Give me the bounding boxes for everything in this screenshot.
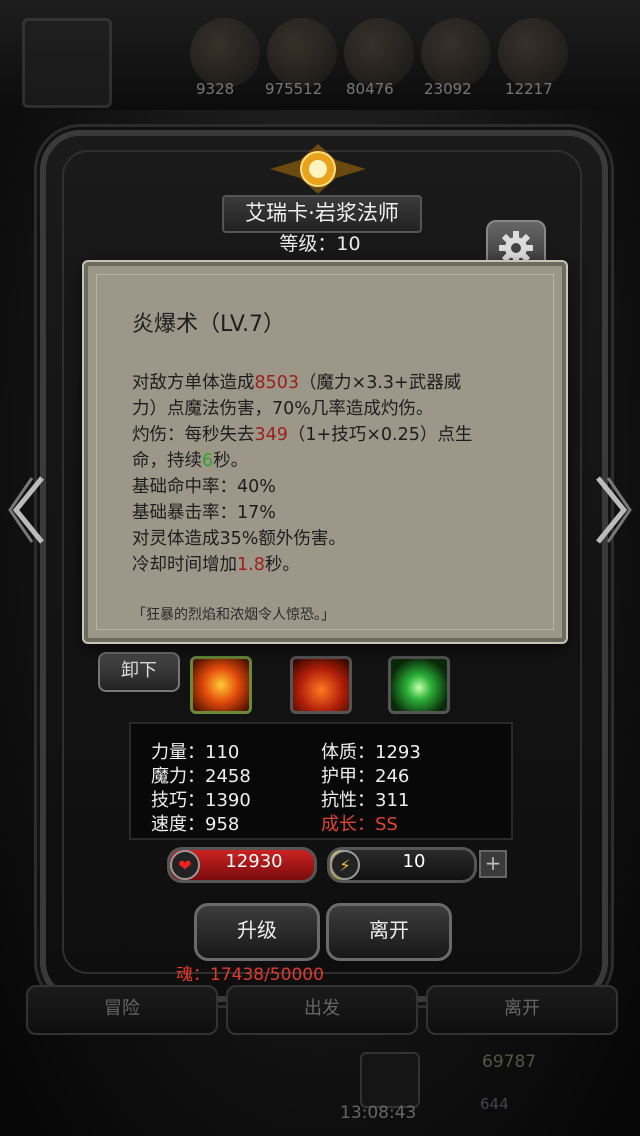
stat-resistance: 抗性：311 <box>321 790 410 811</box>
cooldown-value: 1.8 <box>237 555 265 575</box>
hp-value: 12930 <box>225 851 283 872</box>
desc-text: 命，持续 <box>132 451 202 471</box>
duration-value: 6 <box>202 451 214 471</box>
desc-text: 秒。 <box>213 451 249 471</box>
resource-value-1: 9328 <box>196 80 235 98</box>
add-energy-button[interactable]: + <box>479 850 507 878</box>
leave-nav-button[interactable]: 离开 <box>426 985 618 1035</box>
stat-growth: 成长：SS <box>321 814 398 835</box>
stat-constitution: 体质：1293 <box>321 742 421 763</box>
skill-description: 对敌方单体造成8503（魔力×3.3+武器威 力）点魔法伤害，70%几率造成灼伤… <box>132 370 532 578</box>
skill-title: 炎爆术（LV.7） <box>132 312 286 337</box>
previous-hero-arrow-icon[interactable] <box>8 470 48 550</box>
gift-box-icon[interactable] <box>360 1052 420 1108</box>
skill-detail-popup[interactable]: 炎爆术（LV.7） 对敌方单体造成8503（魔力×3.3+武器威 力）点魔法伤害… <box>84 262 566 642</box>
desc-line-7: 对灵体造成35%额外伤害。 <box>132 529 346 549</box>
sun-emblem-icon <box>270 144 366 194</box>
skill-slot-flame[interactable] <box>290 656 352 714</box>
desc-text: 灼伤：每秒失去 <box>132 425 255 445</box>
desc-line-1: 对敌方单体造成8503（魔力×3.3+武器威 <box>132 370 532 396</box>
skill-flavor-text: 「狂暴的烈焰和浓烟令人惊恐。」 <box>132 607 335 623</box>
stat-speed: 速度：958 <box>151 814 240 835</box>
desc-line-2: 力）点魔法伤害，70%几率造成灼伤。 <box>132 399 434 419</box>
leave-button[interactable]: 离开 <box>326 903 452 961</box>
upgrade-button[interactable]: 升级 <box>194 903 320 961</box>
player-avatar[interactable] <box>22 18 112 108</box>
depart-nav-button[interactable]: 出发 <box>226 985 418 1035</box>
desc-line-6: 基础暴击率：17% <box>132 503 276 523</box>
gear-icon <box>499 231 533 265</box>
resource-value-2: 975512 <box>265 80 323 98</box>
resource-value-5: 12217 <box>505 80 553 98</box>
stat-armor: 护甲：246 <box>321 766 410 787</box>
skill-slot-green-spirit[interactable] <box>388 656 450 714</box>
stats-panel: 力量：110 体质：1293 魔力：2458 护甲：246 技巧：1390 抗性… <box>129 722 513 840</box>
hero-name: 艾瑞卡·岩浆法师 <box>222 195 422 233</box>
stat-magic: 魔力：2458 <box>151 766 251 787</box>
desc-text: （1+技巧×0.25）点生 <box>287 425 473 445</box>
desc-line-4: 命，持续6秒。 <box>132 448 532 474</box>
resource-icon-3 <box>344 18 414 88</box>
resource-icon-2 <box>267 18 337 88</box>
desc-line-8: 冷却时间增加1.8秒。 <box>132 552 532 578</box>
damage-value: 8503 <box>254 373 300 393</box>
skill-slot-fire-blast[interactable] <box>190 656 252 714</box>
desc-text: 对敌方单体造成 <box>132 373 255 393</box>
unequip-button[interactable]: 卸下 <box>98 652 180 692</box>
heart-icon: ❤ <box>170 850 200 880</box>
gem-amount: 644 <box>480 1095 509 1113</box>
gold-amount: 69787 <box>482 1052 537 1072</box>
resource-icon-4 <box>421 18 491 88</box>
soul-counter: 魂：17438/50000 <box>176 965 324 985</box>
next-hero-arrow-icon[interactable] <box>592 470 632 550</box>
resource-value-4: 23092 <box>424 80 472 98</box>
stat-strength: 力量：110 <box>151 742 240 763</box>
resource-icon-5 <box>498 18 568 88</box>
clock-time: 13:08:43 <box>340 1103 417 1123</box>
adventure-nav-button[interactable]: 冒险 <box>26 985 218 1035</box>
burn-value: 349 <box>254 425 288 445</box>
resource-value-3: 80476 <box>346 80 394 98</box>
resource-icon-1 <box>190 18 260 88</box>
desc-line-5: 基础命中率：40% <box>132 477 276 497</box>
desc-text: （魔力×3.3+武器威 <box>299 373 462 393</box>
stat-skill: 技巧：1390 <box>151 790 251 811</box>
desc-text: 秒。 <box>264 555 300 575</box>
lightning-icon: ⚡ <box>330 850 360 880</box>
desc-line-3: 灼伤：每秒失去349（1+技巧×0.25）点生 <box>132 422 532 448</box>
desc-text: 冷却时间增加 <box>132 555 237 575</box>
energy-value: 10 <box>402 851 426 872</box>
